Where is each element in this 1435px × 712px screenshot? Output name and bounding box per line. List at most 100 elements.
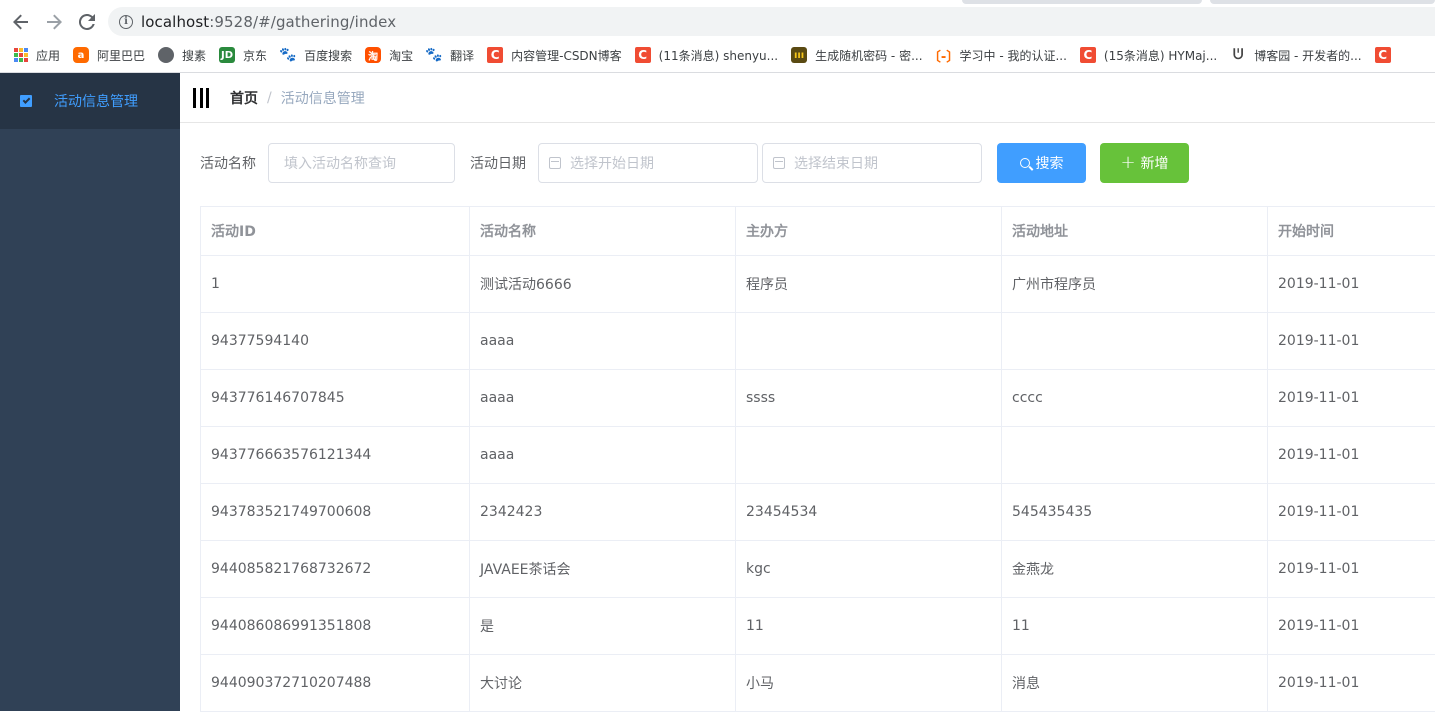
bookmark-cnblogs[interactable]: ᕫ 博客园 - 开发者的... [1230,47,1362,64]
activity-name-placeholder: 填入活动名称查询 [284,156,396,172]
table-row[interactable]: 1 测试活动6666 程序员 广州市程序员 2019-11-01 [201,256,1435,313]
cell-sponsor: 11 [736,598,1002,654]
cell-name: 是 [470,598,736,654]
browser-chrome: i localhost:9528/#/gathering/index 应用 a … [0,0,1435,73]
alibaba-icon: a [73,47,90,63]
search-button[interactable]: 搜索 [997,143,1086,183]
activity-table: 活动ID 活动名称 主办方 活动地址 开始时间 1 测试活动6666 程序员 广… [200,206,1435,712]
start-date-picker[interactable]: 选择开始日期 [538,143,758,183]
table-row[interactable]: 944090372710207488 大讨论 小马 消息 2019-11-01 [201,655,1435,712]
table-row[interactable]: 943776663576121344 aaaa 2019-11-01 [201,427,1435,484]
back-arrow-icon[interactable] [9,10,33,34]
tab-inactive-edge[interactable] [962,0,1202,4]
calendar-icon [773,157,785,169]
forward-arrow-icon[interactable] [42,10,66,34]
breadcrumb-home[interactable]: 首页 [230,88,258,108]
tab-strip [0,0,1435,4]
cell-address: 消息 [1002,655,1268,711]
filter-bar: 活动名称 填入活动名称查询 活动日期 选择开始日期 选择结束日期 搜索 + 新增 [200,143,1189,183]
cell-name: aaaa [470,427,736,483]
hamburger-icon[interactable] [193,87,209,108]
cell-name: 大讨论 [470,655,736,711]
column-header-address[interactable]: 活动地址 [1002,207,1268,255]
cell-address [1002,313,1268,369]
cell-sponsor [736,427,1002,483]
bookmark-baidu[interactable]: 🐾 百度搜索 [279,47,352,64]
bookmarks-bar: 应用 a 阿里巴巴 搜素 JD 京东 🐾 百度搜索 淘 淘宝 🐾 翻译 C 内容… [0,40,1435,70]
cell-start-time: 2019-11-01 [1278,447,1360,463]
apps-grid-icon [14,48,28,62]
cell-name: aaaa [470,370,736,426]
url-text[interactable]: localhost:9528/#/gathering/index [141,13,396,31]
cell-sponsor: ssss [736,370,1002,426]
cell-address: 545435435 [1002,484,1268,540]
reload-icon[interactable] [75,10,99,34]
csdn-icon: C [1079,47,1096,63]
cell-start-time: 2019-11-01 [1278,675,1360,691]
jd-icon: JD [219,47,236,63]
cell-start-time: 2019-11-01 [1278,561,1360,577]
site-info-icon[interactable]: i [119,14,133,29]
bookmark-csdn-hymaj[interactable]: C (15条消息) HYMaj... [1079,47,1217,64]
navbar: 首页 / 活动信息管理 [180,73,1435,123]
cell-sponsor: kgc [736,541,1002,597]
bookmark-search[interactable]: 搜素 [158,47,206,64]
add-button-label: 新增 [1140,156,1169,172]
cell-address [1002,427,1268,483]
cell-id: 944086086991351808 [201,598,470,654]
bookmark-alibaba[interactable]: a 阿里巴巴 [73,47,145,64]
table-row[interactable]: 943776146707845 aaaa ssss cccc 2019-11-0… [201,370,1435,427]
cell-address: 11 [1002,598,1268,654]
taobao-icon: 淘 [365,47,382,63]
add-button[interactable]: + 新增 [1100,143,1189,183]
column-header-name[interactable]: 活动名称 [470,207,736,255]
activity-name-label: 活动名称 [200,156,256,172]
bookmark-aliyun-study[interactable]: 〔-〕 学习中 - 我的认证... [927,47,1067,65]
calendar-icon [549,157,561,169]
tab-inactive-edge[interactable] [1210,0,1435,4]
sidebar: 活动信息管理 [0,73,180,711]
sidebar-item-activity-management[interactable]: 活动信息管理 [0,73,180,129]
bookmark-password-generator[interactable]: ııı 生成随机密码 - 密... [791,47,923,64]
cell-start-time: 2019-11-01 [1278,504,1360,520]
end-date-picker[interactable]: 选择结束日期 [762,143,982,183]
cell-sponsor: 小马 [736,655,1002,711]
cell-id: 944090372710207488 [201,655,470,711]
baidu-paw-icon: 🐾 [425,47,443,63]
search-button-label: 搜索 [1035,156,1064,172]
cell-name: JAVAEE茶话会 [470,541,736,597]
baidu-paw-icon: 🐾 [279,47,297,63]
bookmark-apps[interactable]: 应用 [14,47,60,64]
table-row[interactable]: 943783521749700608 2342423 23454534 5454… [201,484,1435,541]
bookmark-jd[interactable]: JD 京东 [219,47,267,64]
column-header-start-time[interactable]: 开始时间 [1268,207,1435,255]
cell-id: 943776663576121344 [201,427,470,483]
table-row[interactable]: 94377594140 aaaa 2019-11-01 [201,313,1435,370]
table-row[interactable]: 944086086991351808 是 11 11 2019-11-01 [201,598,1435,655]
cell-start-time: 2019-11-01 [1278,390,1360,406]
column-header-id[interactable]: 活动ID [201,207,470,255]
cell-name: 2342423 [470,484,736,540]
activity-name-input[interactable]: 填入活动名称查询 [268,143,455,183]
password-generator-icon: ııı [791,47,808,63]
bookmark-translate[interactable]: 🐾 翻译 [425,47,474,64]
cell-id: 943783521749700608 [201,484,470,540]
main-content: 首页 / 活动信息管理 活动名称 填入活动名称查询 活动日期 选择开始日期 选择… [180,73,1435,712]
table-row[interactable]: 944085821768732672 JAVAEE茶话会 kgc 金燕龙 201… [201,541,1435,598]
aliyun-icon: 〔-〕 [927,49,960,65]
cell-name: aaaa [470,313,736,369]
bookmark-taobao[interactable]: 淘 淘宝 [365,47,413,64]
bookmark-overflow[interactable]: C [1374,47,1399,63]
column-header-sponsor[interactable]: 主办方 [736,207,1002,255]
bookmark-csdn-shenyu[interactable]: C (11条消息) shenyu... [634,47,778,64]
tab-active-edge [0,0,962,4]
breadcrumb-separator: / [267,89,272,106]
document-icon [20,95,32,107]
address-bar[interactable]: i localhost:9528/#/gathering/index [108,7,1435,36]
bookmark-csdn-content[interactable]: C 内容管理-CSDN博客 [487,47,622,64]
cell-sponsor [736,313,1002,369]
breadcrumb: 首页 / 活动信息管理 [230,88,365,108]
cell-start-time: 2019-11-01 [1278,333,1360,349]
cell-sponsor: 程序员 [736,256,1002,312]
plus-icon: + [1120,152,1136,173]
